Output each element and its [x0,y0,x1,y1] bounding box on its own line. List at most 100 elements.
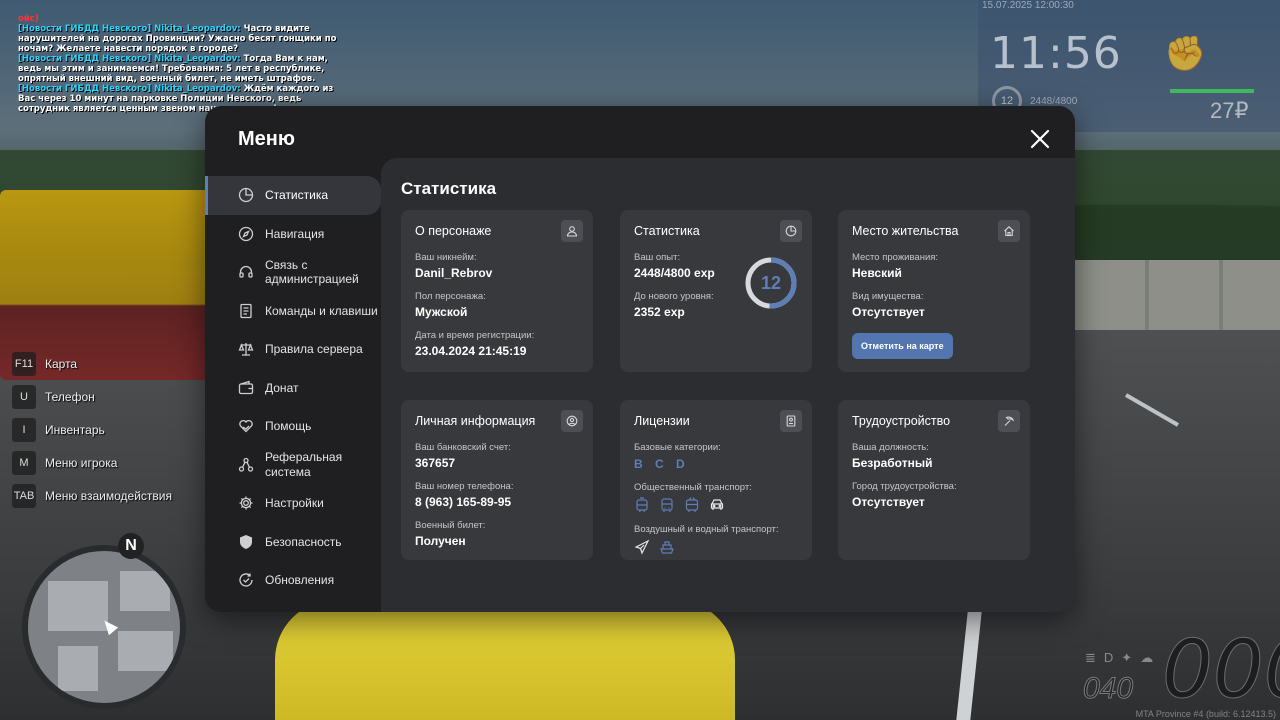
user-icon [561,220,583,242]
nickname-value: Danil_Rebrov [415,266,493,280]
engine-icon: ✦ [1121,650,1141,665]
license-category: B [634,457,645,471]
player-car [275,600,735,720]
chat-tag: [Новости ГИБДД Невского] [18,24,152,34]
license-category: D [676,457,687,471]
shield-icon [238,534,254,550]
sidebar-item-label: Обновления [265,573,335,587]
dashboard-icons: ≣D✦☁ [1085,650,1161,666]
sidebar-item-label: Реферальная система [265,450,343,479]
card-title: Трудоустройство [852,414,951,428]
sidebar-item-commands[interactable]: Команды и клавиши [205,292,381,331]
health-bar [1170,89,1254,93]
sidebar-item-donate[interactable]: Донат [205,369,381,408]
sidebar-item-updates[interactable]: Обновления [205,561,381,600]
sidebar-item-label: Помощь [265,419,312,433]
trolleybus-icon [684,497,700,513]
pie-chart-icon [780,220,802,242]
chat-nick: Nikita_Leopardov: [154,54,241,64]
level-number: 12 [760,273,782,293]
bus-icon [659,497,675,513]
sidebar-item-navigation[interactable]: Навигация [205,215,381,254]
hotkey-player-menu: M Меню игрока [12,447,172,479]
compass-north: N [118,533,144,559]
bank-account-value: 367657 [415,456,456,470]
air-water-transport-label: Воздушный и водный транспорт: [634,524,779,535]
hud-clock: 11:56 [990,28,1122,79]
tram-icon [634,497,650,513]
job-position-label: Ваша должность: [852,442,929,453]
bank-account-label: Ваш банковский счет: [415,442,511,453]
house-icon [998,220,1020,242]
chat-line: ойс) [18,14,39,24]
sidebar-item-help[interactable]: Помощь [205,407,381,446]
sidebar-item-label: Безопасность [265,534,342,549]
phone-label: Ваш номер телефона: [415,481,514,492]
pickaxe-icon [998,410,1020,432]
hud-date: 15.07.2025 12:00:30 [982,0,1074,11]
card-title: Место жительства [852,224,959,238]
network-icon [238,457,254,473]
license-category: C [655,457,666,471]
residence-place-label: Место проживания: [852,252,939,263]
public-transport-icons [634,497,798,513]
hotkey-map: F11 Карта [12,348,172,380]
chat-nick: Nikita_Leopardov: [154,24,241,34]
gear-icon [238,495,254,511]
military-id-label: Военный билет: [415,520,486,531]
hotkey-inventory: I Инвентарь [12,414,172,446]
sidebar-item-settings[interactable]: Настройки [205,484,381,523]
public-transport-label: Общественный транспорт: [634,482,752,493]
sidebar-item-label: Статистика [265,188,329,202]
hotkey-list: F11 Карта U Телефон I Инвентарь M Меню игрок… [12,348,172,513]
phone-value: 8 (963) 165-89-95 [415,495,512,509]
license-categories: B C D [634,457,798,471]
chat-nick: Nikita_Leopardov: [154,84,241,94]
document-icon [238,303,254,319]
build-info: MTA Province #4 (build: 6.12413.5) [1135,709,1276,719]
job-city-label: Город трудоустройства: [852,481,957,492]
headset-icon [238,264,254,280]
menu-modal: Меню Статистика Навигация Связь с админи… [205,106,1075,612]
sidebar-item-label: Настройки [265,496,324,510]
card-title: Личная информация [415,414,536,428]
scales-icon [238,341,254,357]
card-character: О персонаже Ваш никнейм: Danil_Rebrov По… [401,210,593,372]
hotkey-interaction-menu: TAB Меню взаимодействия [12,480,172,512]
concrete-wall [1075,260,1280,330]
chat-tag: [Новости ГИБДД Невского] [18,54,152,64]
sidebar-item-security[interactable]: Безопасность [205,523,381,562]
job-city-value: Отсутствует [852,495,925,509]
nickname-label: Ваш никнейм: [415,252,477,263]
military-id-value: Получен [415,534,466,548]
sex-label: Пол персонажа: [415,291,486,302]
menu-sidebar: Статистика Навигация Связь с администрац… [205,176,381,600]
airplane-icon [634,539,650,555]
sidebar-item-statistics[interactable]: Статистика [205,176,381,215]
speed-readout: 000 [1162,623,1280,716]
map-block [118,631,173,671]
close-button[interactable] [1029,128,1051,150]
hotkey-key: I [12,418,36,442]
content-panel: Статистика О персонаже Ваш никнейм: Dani… [381,158,1075,612]
card-personal-info: Личная информация Ваш банковский счет: 3… [401,400,593,560]
sidebar-item-label: Команды и клавиши [265,303,378,318]
property-value: Отсутствует [852,305,925,319]
pie-chart-icon [238,187,254,203]
menu-title: Меню [238,128,295,150]
sidebar-item-referral[interactable]: Реферальная система [205,446,381,485]
fist-icon: ✊ [1164,35,1207,73]
chat-line: [Новости ГИБДД Невского] Nikita_Leopardo… [18,24,338,54]
map-block [120,571,170,611]
hotkey-label: Инвентарь [45,423,105,437]
fuel-readout: 040 [1082,672,1134,706]
heart-hand-icon [238,418,254,434]
card-title: Статистика [634,224,700,238]
compass-icon [238,226,254,242]
sidebar-item-rules[interactable]: Правила сервера [205,330,381,369]
card-employment: Трудоустройство Ваша должность: Безработ… [838,400,1030,560]
mark-on-map-button[interactable]: Отметить на карте [852,333,953,359]
sidebar-item-admin-contact[interactable]: Связь с администрацией [205,253,381,292]
sidebar-item-label: Правила сервера [265,342,363,356]
sidebar-item-label: Донат [265,380,299,395]
